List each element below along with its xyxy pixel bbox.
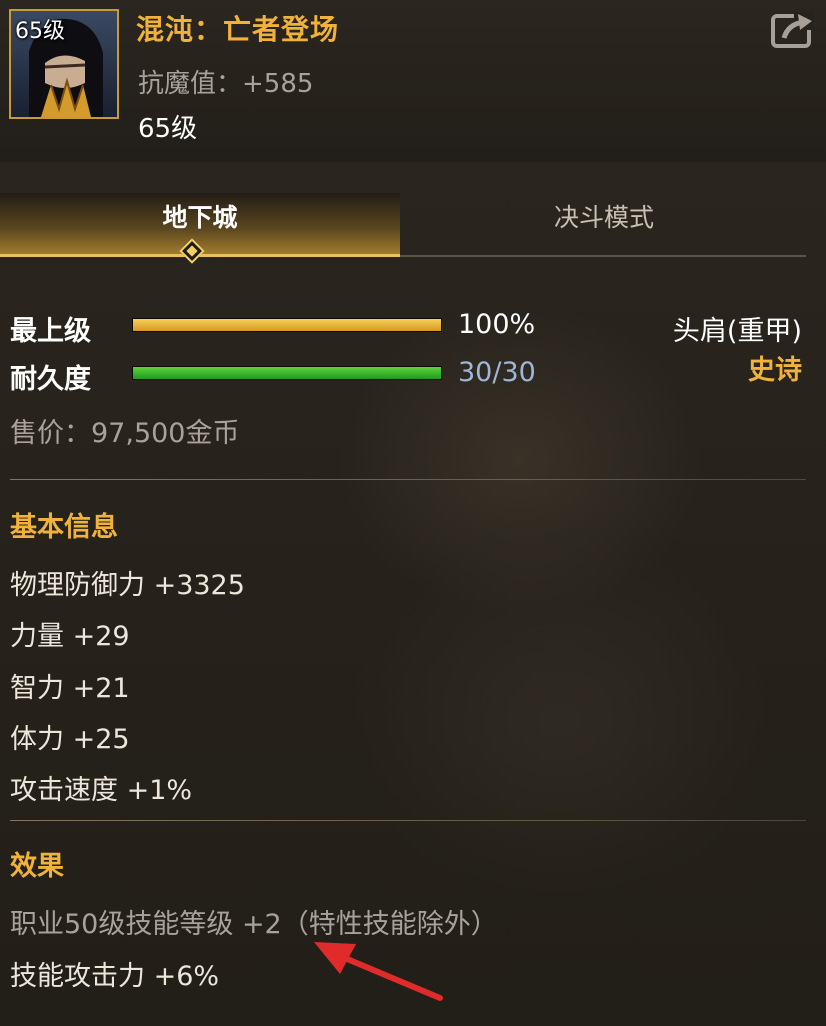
share-button[interactable] xyxy=(770,10,816,50)
sell-price: 售价：97,500金币 xyxy=(10,418,240,449)
stat-attack-speed: 攻击速度 +1% xyxy=(10,775,193,806)
portrait-level-badge: 65级 xyxy=(15,19,65,44)
mode-tabs: 地下城 决斗模式 xyxy=(0,193,806,264)
grade-bar xyxy=(132,318,442,332)
effect-skill-attack: 技能攻击力 +6% xyxy=(10,961,220,992)
item-level: 65级 xyxy=(138,114,198,144)
durability-bar-fill xyxy=(133,367,441,379)
basic-info-title: 基本信息 xyxy=(10,512,118,543)
durability-label: 耐久度 xyxy=(10,364,91,395)
grade-value: 100% xyxy=(458,309,536,340)
stat-strength: 力量 +29 xyxy=(10,621,130,652)
item-slot-type: 头肩(重甲) xyxy=(672,316,802,347)
durability-value: 30/30 xyxy=(458,357,536,388)
grade-label: 最上级 xyxy=(10,316,91,347)
stat-intelligence: 智力 +21 xyxy=(10,673,130,704)
stat-vitality: 体力 +25 xyxy=(10,724,130,755)
durability-bar xyxy=(132,366,442,380)
divider-effects xyxy=(10,820,806,821)
item-portrait[interactable]: 65级 xyxy=(9,9,119,119)
grade-bar-fill xyxy=(133,319,441,331)
divider-basic xyxy=(10,479,806,480)
effects-title: 效果 xyxy=(10,851,64,882)
stat-physical-defense: 物理防御力 +3325 xyxy=(10,570,245,601)
share-export-icon xyxy=(771,12,814,48)
anti-magic-label: 抗魔值： xyxy=(138,69,243,99)
item-header: 65级 混沌：亡者登场 抗魔值：+585 65级 xyxy=(0,0,826,162)
anti-magic-value: +585 xyxy=(242,69,314,99)
item-name: 混沌：亡者登场 xyxy=(136,13,340,46)
tab-duel-mode[interactable]: 决斗模式 xyxy=(402,193,806,257)
anti-magic-stat: 抗魔值：+585 xyxy=(138,63,313,100)
red-arrow-annotation-icon xyxy=(314,942,443,1001)
item-rarity: 史诗 xyxy=(748,355,802,386)
